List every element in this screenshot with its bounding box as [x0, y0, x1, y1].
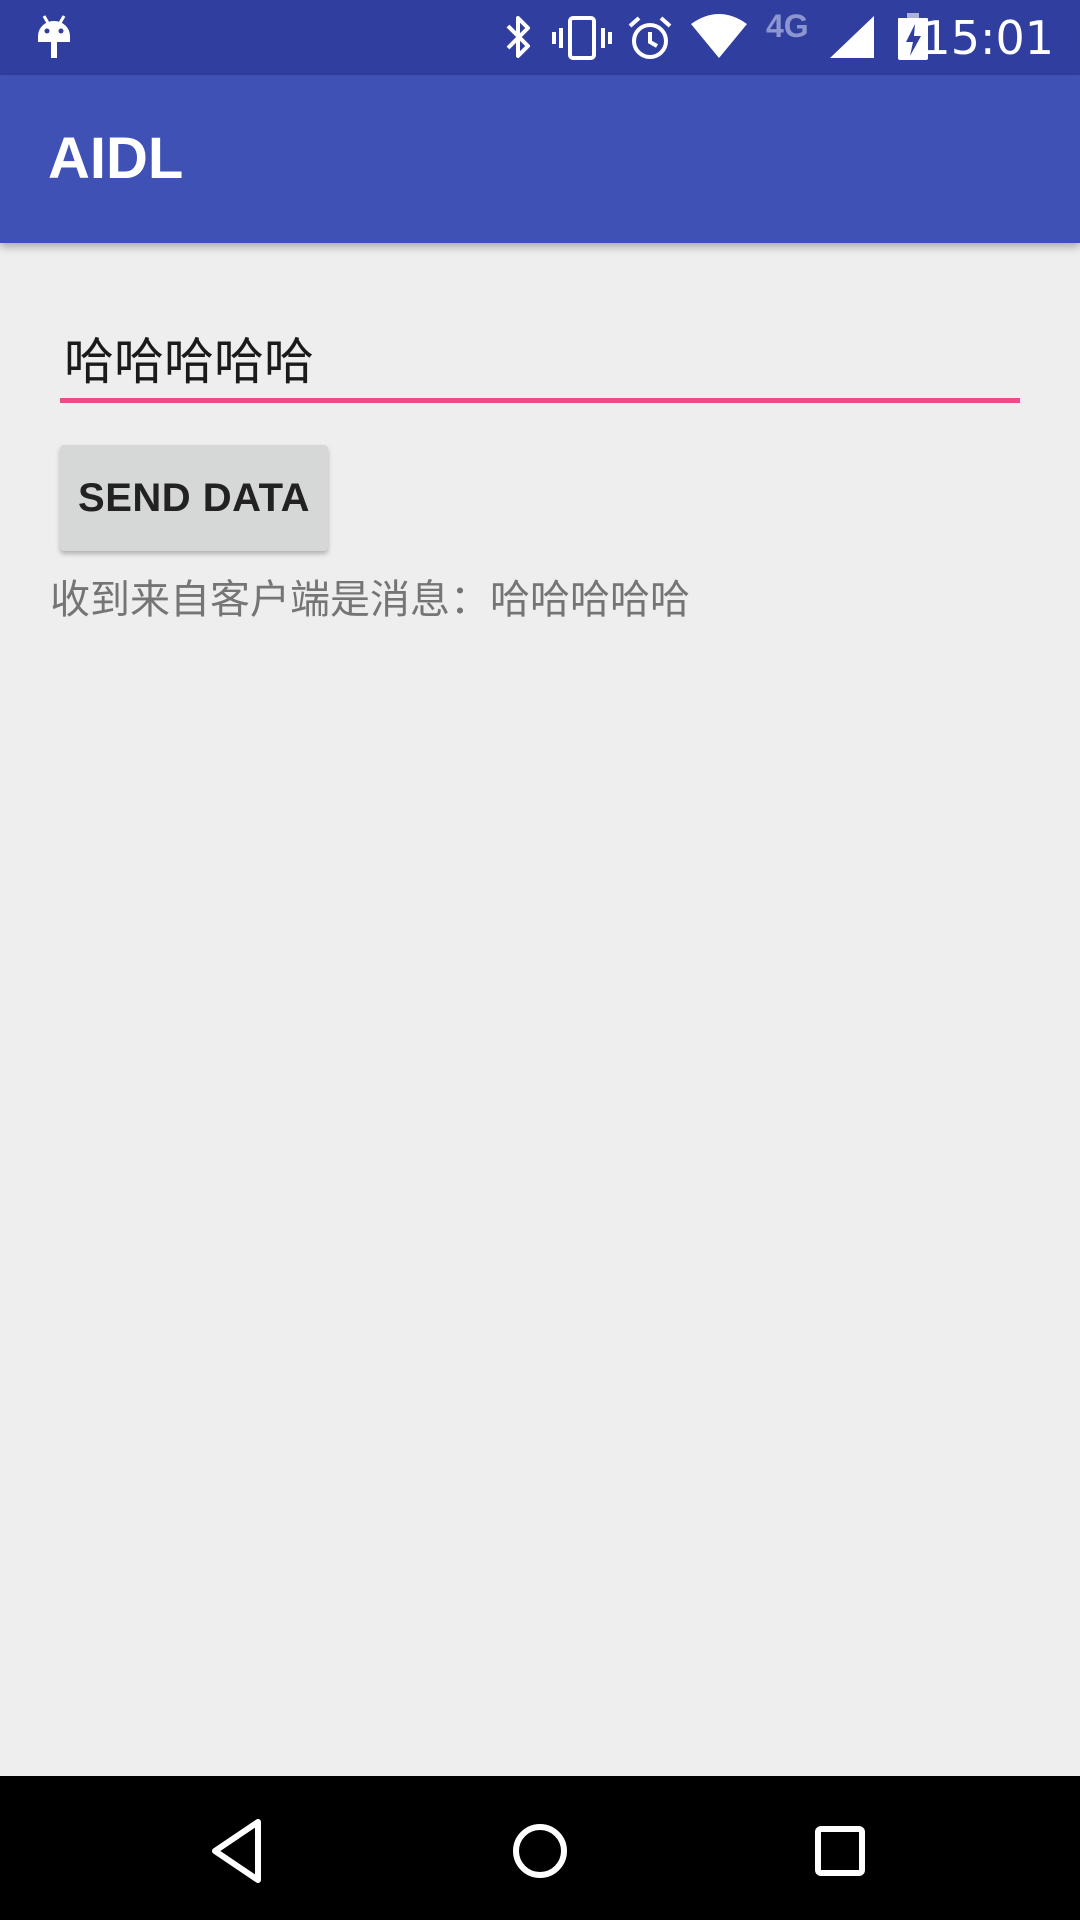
android-debug-icon [38, 15, 70, 58]
cell-signal-icon [830, 16, 874, 58]
message-input[interactable] [60, 318, 1020, 398]
back-button[interactable] [195, 1806, 285, 1896]
status-bar: 4G 15:01 [0, 0, 1080, 75]
status-clock: 15:01 [921, 11, 1054, 65]
input-underline [60, 398, 1020, 403]
recents-button[interactable] [795, 1806, 885, 1896]
alarm-icon [628, 16, 672, 59]
received-message-text: 收到来自客户端是消息：哈哈哈哈哈 [50, 577, 690, 623]
navigation-bar [0, 1776, 1080, 1920]
wifi-icon [691, 14, 747, 58]
message-edit-container[interactable] [60, 318, 1020, 406]
recents-icon [815, 1826, 865, 1876]
home-button[interactable] [495, 1806, 585, 1896]
send-data-button[interactable]: SEND DATA [60, 445, 328, 551]
app-toolbar: AIDL [0, 75, 1080, 243]
home-icon [513, 1824, 567, 1878]
bluetooth-icon [506, 16, 530, 58]
vibrate-icon [552, 16, 612, 60]
network-type-label: 4G [766, 8, 809, 44]
app-title: AIDL [48, 126, 184, 191]
back-icon [212, 1819, 261, 1883]
